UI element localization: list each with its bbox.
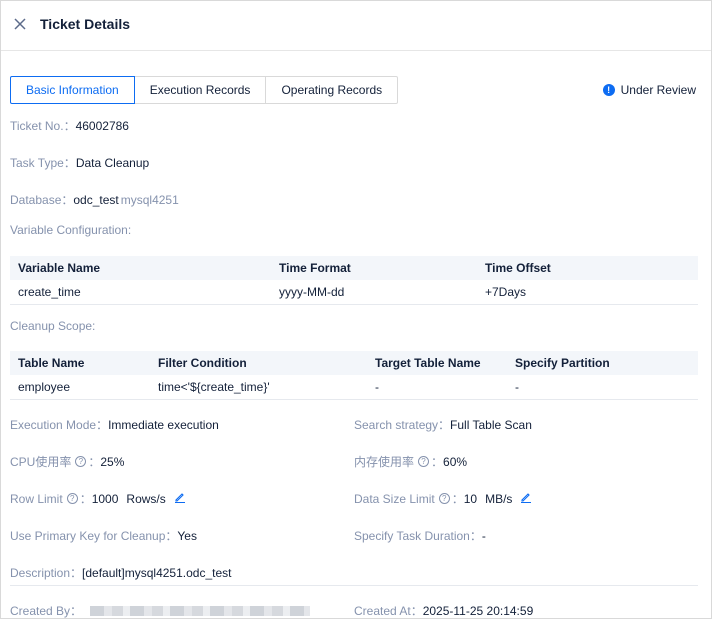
- tab-basic-information[interactable]: Basic Information: [10, 76, 135, 104]
- ticket-details-panel: Ticket Details Basic Information Executi…: [0, 0, 712, 619]
- cleanup-scope-heading: Cleanup Scope:: [10, 319, 95, 333]
- ticket-no-field: Ticket No.： 46002786: [10, 117, 129, 134]
- search-strategy-value: Full Table Scan: [450, 417, 532, 432]
- drawer-header: Ticket Details: [1, 1, 711, 51]
- cpu-usage-value: 25%: [100, 454, 125, 469]
- database-source: mysql4251: [120, 192, 179, 207]
- database-field: Database： odc_test mysql4251: [10, 191, 179, 208]
- created-at-label: Created At：: [354, 604, 423, 618]
- question-circle-icon[interactable]: ?: [438, 493, 450, 504]
- database-label: Database：: [10, 193, 74, 207]
- table-row: employee time<'${create_time}' - -: [10, 375, 698, 400]
- table-cell: -: [367, 375, 507, 400]
- column-header: Time Format: [271, 256, 477, 280]
- column-header: Target Table Name: [367, 351, 507, 375]
- created-at-field: Created At： 2025-11-25 20:14:59: [354, 602, 533, 619]
- task-type-field: Task Type： Data Cleanup: [10, 154, 149, 171]
- created-by-label: Created By：: [10, 604, 83, 618]
- database-name: odc_test: [73, 192, 119, 207]
- cpu-usage-label: CPU使用率: [10, 455, 72, 469]
- row-limit-unit: Rows/s: [126, 491, 166, 506]
- table-header-row: Variable Name Time Format Time Offset: [10, 256, 698, 280]
- cleanup-scope-label: Cleanup Scope:: [10, 319, 96, 333]
- description-label: Description：: [10, 566, 83, 580]
- table-cell: time<'${create_time}': [150, 375, 367, 400]
- row-limit-sep: ：: [79, 492, 92, 506]
- question-circle-icon[interactable]: ?: [418, 456, 430, 467]
- column-header: Table Name: [10, 351, 150, 375]
- table-row: create_time yyyy-MM-dd +7Days: [10, 280, 698, 305]
- memory-usage-sep: ：: [431, 455, 444, 469]
- task-duration-field: Specify Task Duration： -: [354, 527, 486, 544]
- tab-execution-records[interactable]: Execution Records: [134, 76, 267, 104]
- table-cell: create_time: [10, 280, 271, 305]
- row-limit-field: Row Limit ? ： 1000 Rows/s: [10, 490, 186, 507]
- table-cell: -: [507, 375, 698, 400]
- execution-mode-label: Execution Mode：: [10, 418, 109, 432]
- execution-mode-value: Immediate execution: [108, 417, 219, 432]
- created-by-field: Created By：: [10, 602, 311, 619]
- primary-key-value: Yes: [177, 528, 197, 543]
- memory-usage-value: 60%: [443, 454, 468, 469]
- description-field: Description： [default]mysql4251.odc_test: [10, 564, 231, 581]
- status-label: Under Review: [620, 83, 696, 97]
- description-value: [default]mysql4251.odc_test: [82, 565, 232, 580]
- task-duration-value: -: [481, 528, 486, 543]
- edit-icon[interactable]: [174, 491, 186, 506]
- ticket-no-value: 46002786: [75, 118, 129, 133]
- table-cell: employee: [10, 375, 150, 400]
- variable-config-label: Variable Configuration:: [10, 223, 132, 237]
- close-icon[interactable]: [12, 16, 28, 32]
- table-cell: yyyy-MM-dd: [271, 280, 477, 305]
- memory-usage-field: 内存使用率 ? ： 60%: [354, 453, 467, 470]
- tab-bar: Basic Information Execution Records Oper…: [10, 76, 399, 104]
- question-circle-icon[interactable]: ?: [75, 456, 87, 467]
- task-duration-label: Specify Task Duration：: [354, 529, 482, 543]
- ticket-no-label: Ticket No.：: [10, 119, 76, 133]
- data-size-limit-field: Data Size Limit ? ： 10 MB/s: [354, 490, 532, 507]
- page-title: Ticket Details: [40, 16, 131, 32]
- created-at-value: 2025-11-25 20:14:59: [422, 603, 534, 618]
- question-circle-icon[interactable]: ?: [66, 493, 78, 504]
- table-header-row: Table Name Filter Condition Target Table…: [10, 351, 698, 375]
- data-size-limit-unit: MB/s: [485, 491, 513, 506]
- data-size-limit-label: Data Size Limit: [354, 491, 435, 506]
- column-header: Variable Name: [10, 256, 271, 280]
- cleanup-scope-table: Table Name Filter Condition Target Table…: [10, 351, 698, 400]
- primary-key-label: Use Primary Key for Cleanup：: [10, 529, 178, 543]
- memory-usage-label: 内存使用率: [354, 455, 415, 469]
- column-header: Filter Condition: [150, 351, 367, 375]
- cpu-usage-sep: ：: [88, 455, 101, 469]
- execution-mode-field: Execution Mode： Immediate execution: [10, 416, 219, 433]
- tab-operating-records[interactable]: Operating Records: [266, 76, 399, 104]
- column-header: Specify Partition: [507, 351, 698, 375]
- column-header: Time Offset: [477, 256, 698, 280]
- divider: [10, 585, 698, 586]
- task-type-value: Data Cleanup: [75, 155, 150, 170]
- row-limit-label: Row Limit: [10, 491, 63, 506]
- data-size-limit-sep: ：: [451, 492, 464, 506]
- data-size-limit-value: 10: [463, 491, 478, 506]
- search-strategy-field: Search strategy： Full Table Scan: [354, 416, 532, 433]
- variable-config-table: Variable Name Time Format Time Offset cr…: [10, 256, 698, 305]
- table-cell: +7Days: [477, 280, 698, 305]
- cpu-usage-field: CPU使用率 ? ： 25%: [10, 453, 124, 470]
- status-badge: ! Under Review: [602, 83, 696, 97]
- edit-icon[interactable]: [520, 491, 532, 506]
- info-circle-icon: !: [602, 84, 615, 96]
- row-limit-value: 1000: [91, 491, 119, 506]
- task-type-label: Task Type：: [10, 156, 76, 170]
- search-strategy-label: Search strategy：: [354, 418, 451, 432]
- redacted-user: [90, 605, 311, 616]
- variable-config-heading: Variable Configuration:: [10, 223, 131, 237]
- primary-key-field: Use Primary Key for Cleanup： Yes: [10, 527, 197, 544]
